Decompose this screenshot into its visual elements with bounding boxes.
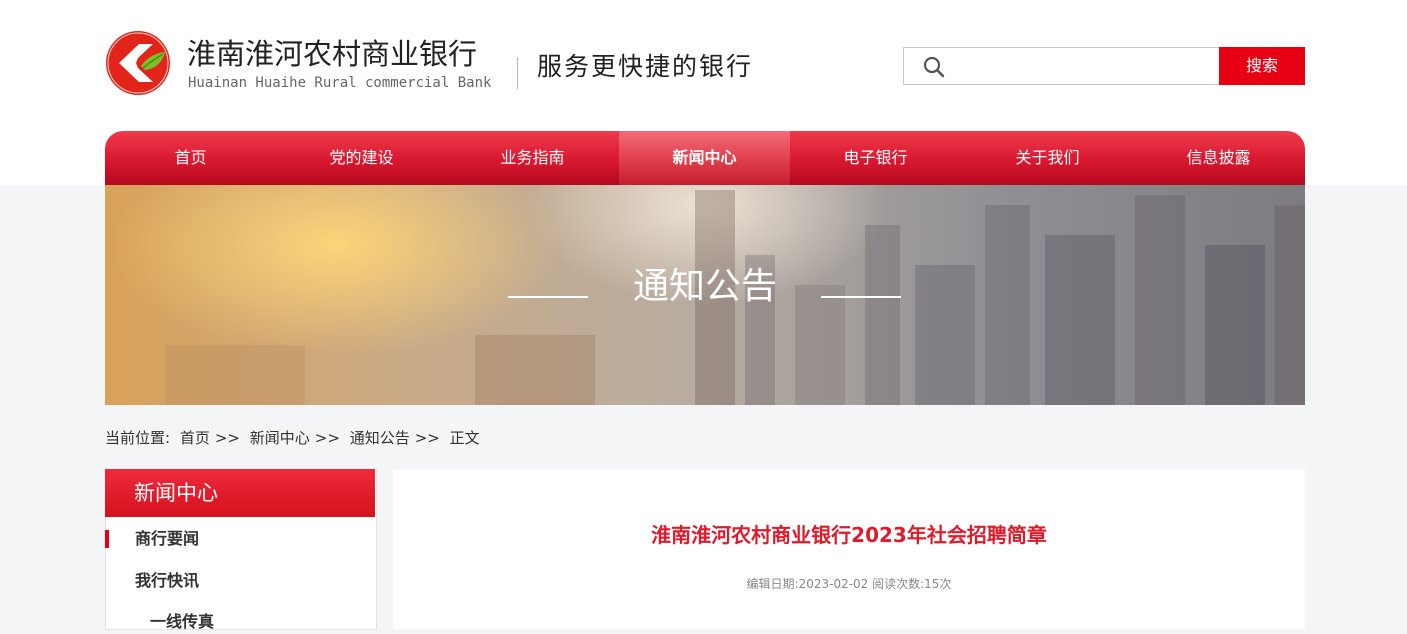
article-title: 淮南淮河农村商业银行2023年社会招聘简章 [651,523,1047,547]
banner-line-right [821,296,901,298]
nav-item-party-building[interactable]: 党的建设 [276,131,447,185]
breadcrumb-prefix: 当前位置: [105,429,171,447]
sidebar-item-bank-news[interactable]: 商行要闻 [135,527,199,551]
article-panel: 淮南淮河农村商业银行2023年社会招聘简章 编辑日期:2023-02-02 阅读… [393,469,1305,629]
nav-item-home[interactable]: 首页 [105,131,276,185]
breadcrumb-separator: >> [314,429,340,447]
sidebar-title: 新闻中心 [105,469,375,517]
nav-item-disclosure[interactable]: 信息披露 [1133,131,1304,185]
slogan: 服务更快捷的银行 [537,52,754,81]
search-input[interactable] [950,50,1214,82]
breadcrumb-news-center[interactable]: 新闻中心 [250,429,310,447]
nav-item-about-us[interactable]: 关于我们 [962,131,1133,185]
sidebar-title-text: 新闻中心 [134,481,218,505]
breadcrumb-separator: >> [214,429,240,447]
page-banner: 通知公告 [105,185,1305,405]
bank-name-en: Huainan Huaihe Rural commercial Bank [188,75,492,91]
search-button[interactable]: 搜索 [1219,47,1305,85]
article-meta: 编辑日期:2023-02-02 阅读次数:15次 [746,577,952,591]
breadcrumb-notices[interactable]: 通知公告 [350,429,410,447]
breadcrumb-current: 正文 [449,429,480,447]
nav-item-e-banking[interactable]: 电子银行 [790,131,961,185]
bank-logo-icon[interactable] [105,30,171,96]
banner-title: 通知公告 [632,266,777,307]
sidebar-active-indicator [105,530,109,548]
breadcrumb-home[interactable]: 首页 [180,429,210,447]
sidebar-item-bank-bulletin[interactable]: 我行快讯 [135,569,199,593]
search-icon[interactable] [922,55,946,79]
bank-name-cn: 淮南淮河农村商业银行 [187,37,478,71]
main-nav: 首页 党的建设 业务指南 新闻中心 电子银行 关于我们 信息披露 [105,131,1305,185]
nav-item-news-center[interactable]: 新闻中心 [619,131,790,185]
breadcrumb-separator: >> [414,429,440,447]
slogan-divider [517,57,518,89]
nav-item-business-guide[interactable]: 业务指南 [447,131,618,185]
sidebar-item-frontline[interactable]: 一线传真 [150,610,214,634]
breadcrumb: 当前位置: 首页 >> 新闻中心 >> 通知公告 >> 正文 [105,427,485,449]
